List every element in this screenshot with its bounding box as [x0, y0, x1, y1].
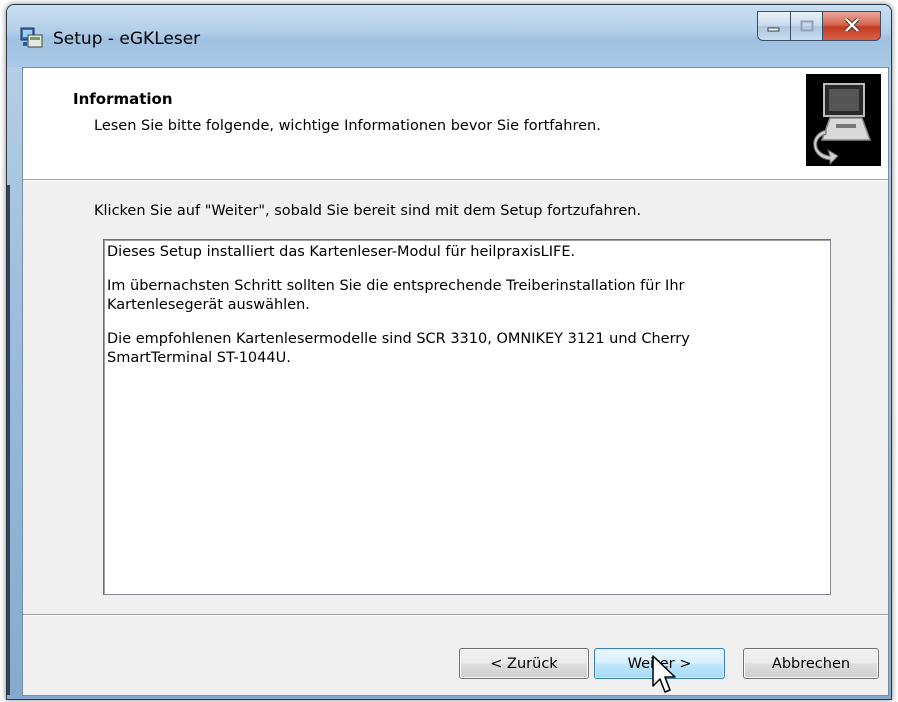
title-bar[interactable]: Setup - eGKLeser: [7, 5, 891, 67]
page-title: Information: [73, 90, 173, 108]
memo-paragraph: Die empfohlenen Kartenlesermodelle sind …: [107, 331, 690, 366]
maximize-icon: [800, 17, 814, 36]
window-frame-edge: [7, 185, 10, 695]
header-panel: Information Lesen Sie bitte folgende, wi…: [23, 68, 888, 181]
mouse-pointer-icon: [652, 655, 678, 695]
back-button[interactable]: < Zurück: [459, 648, 589, 679]
minimize-icon: [767, 17, 781, 36]
minimize-button[interactable]: [757, 11, 791, 41]
window-title: Setup - eGKLeser: [53, 29, 201, 49]
maximize-button[interactable]: [791, 11, 823, 41]
setup-window: Setup - eGKLeser Information Lesen Sie b…: [6, 4, 892, 700]
wizard-page: Information Lesen Sie bitte folgende, wi…: [22, 67, 889, 696]
close-icon: [844, 17, 860, 36]
close-button[interactable]: [823, 11, 881, 41]
cancel-button[interactable]: Abbrechen: [743, 648, 879, 679]
setup-icon: [20, 26, 44, 48]
footer-divider: [23, 614, 888, 616]
page-subtitle: Lesen Sie bitte folgende, wichtige Infor…: [94, 118, 601, 134]
info-memo[interactable]: Dieses Setup installiert das Kartenleser…: [103, 239, 831, 595]
memo-paragraph: Dieses Setup installiert das Kartenleser…: [107, 244, 576, 260]
memo-paragraph: Im übernachsten Schritt sollten Sie die …: [107, 278, 685, 313]
computer-install-icon: [806, 74, 881, 166]
instruction-text: Klicken Sie auf "Weiter", sobald Sie ber…: [94, 203, 642, 219]
caption-buttons: [757, 11, 881, 41]
